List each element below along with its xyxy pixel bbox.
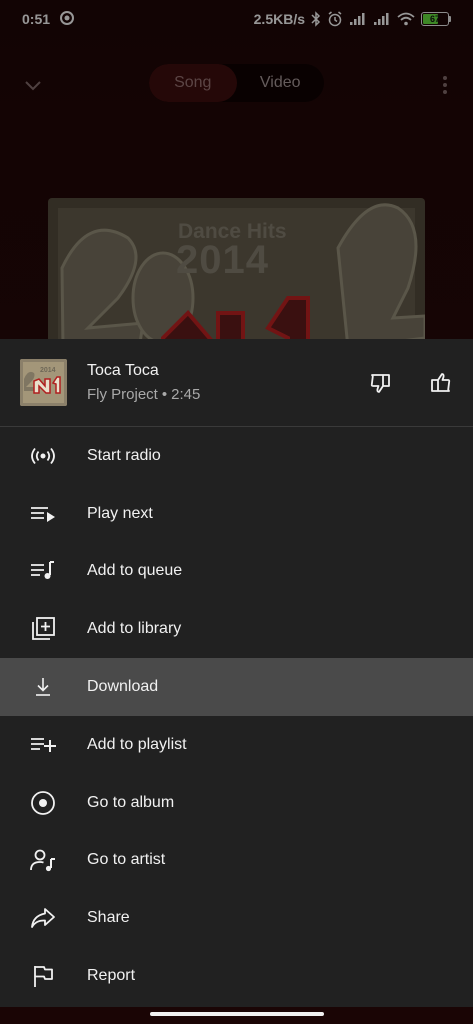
menu-label: Add to queue bbox=[87, 562, 183, 580]
menu-item-download[interactable]: Download bbox=[0, 658, 473, 716]
menu-label: Add to playlist bbox=[87, 735, 187, 753]
menu-item-add-to-library[interactable]: Add to library bbox=[0, 600, 473, 658]
flag-icon bbox=[30, 963, 56, 989]
library-add-icon bbox=[30, 616, 56, 642]
song-thumbnail: 2014 bbox=[20, 359, 67, 406]
home-gesture-handle[interactable] bbox=[150, 1012, 324, 1016]
menu-item-share[interactable]: Share bbox=[0, 889, 473, 947]
thumb-down-icon bbox=[370, 373, 390, 393]
playlist-add-icon bbox=[30, 732, 56, 758]
menu-label: Start radio bbox=[87, 446, 161, 464]
menu-label: Go to artist bbox=[87, 851, 166, 869]
menu-item-go-to-artist[interactable]: Go to artist bbox=[0, 832, 473, 890]
options-menu: Start radio Play next Add to queue Add t… bbox=[0, 427, 473, 1005]
album-icon bbox=[30, 790, 56, 816]
artist-icon bbox=[30, 847, 56, 873]
menu-item-report[interactable]: Report bbox=[0, 947, 473, 1005]
menu-item-add-to-playlist[interactable]: Add to playlist bbox=[0, 716, 473, 774]
song-subtitle: Fly Project • 2:45 bbox=[87, 384, 336, 406]
menu-item-play-next[interactable]: Play next bbox=[0, 485, 473, 543]
separator: • bbox=[161, 385, 168, 403]
menu-label: Report bbox=[87, 967, 136, 985]
song-options-sheet: 2014 Toca Toca Fly Project • 2:45 Start ra… bbox=[0, 339, 473, 1007]
download-icon bbox=[30, 674, 56, 700]
menu-label: Share bbox=[87, 909, 130, 927]
menu-item-add-to-queue[interactable]: Add to queue bbox=[0, 543, 473, 601]
radio-icon bbox=[30, 443, 56, 469]
svg-text:2014: 2014 bbox=[40, 367, 56, 374]
menu-item-start-radio[interactable]: Start radio bbox=[0, 427, 473, 485]
menu-label: Add to library bbox=[87, 620, 182, 638]
navigation-bar bbox=[0, 1007, 473, 1024]
song-artist: Fly Project bbox=[87, 385, 158, 403]
like-button[interactable] bbox=[427, 370, 453, 396]
song-duration: 2:45 bbox=[171, 385, 201, 403]
thumb-up-icon bbox=[431, 372, 451, 392]
menu-label: Go to album bbox=[87, 793, 175, 811]
queue-music-icon bbox=[30, 558, 56, 584]
song-header: 2014 Toca Toca Fly Project • 2:45 bbox=[0, 339, 473, 427]
menu-label: Play next bbox=[87, 504, 153, 522]
menu-label: Download bbox=[87, 678, 159, 696]
share-icon bbox=[30, 905, 56, 931]
song-title: Toca Toca bbox=[87, 361, 159, 379]
dislike-button[interactable] bbox=[368, 370, 394, 396]
menu-item-go-to-album[interactable]: Go to album bbox=[0, 774, 473, 832]
play-next-icon bbox=[30, 501, 56, 527]
